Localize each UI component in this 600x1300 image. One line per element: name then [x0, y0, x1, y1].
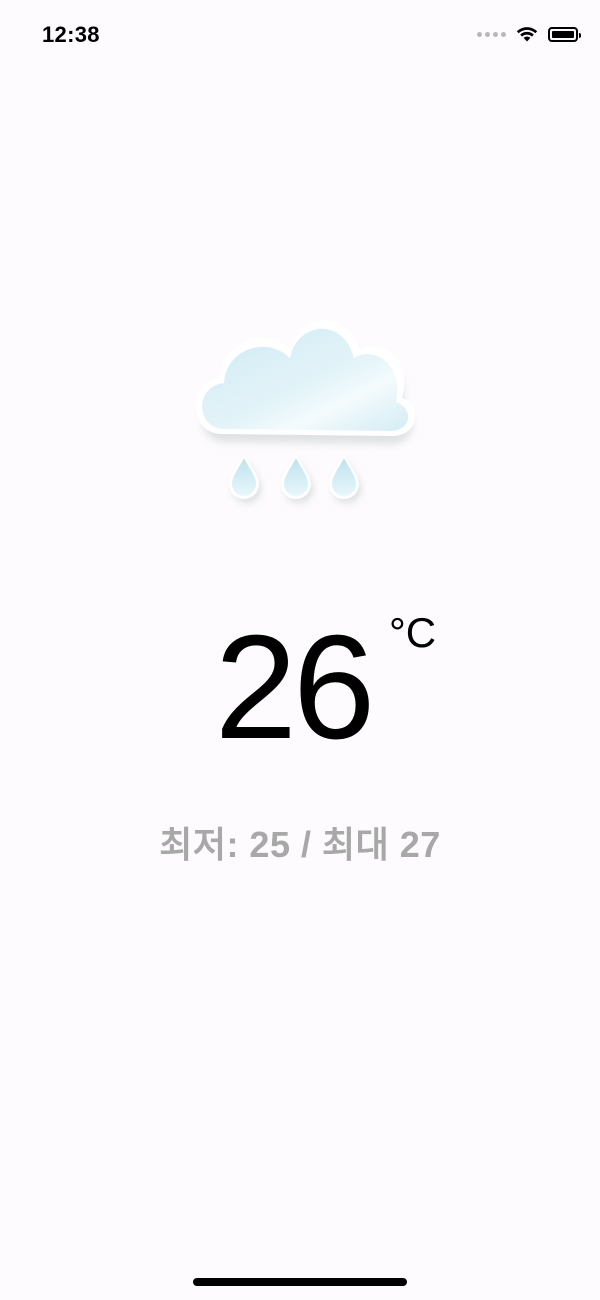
current-temperature: 26: [214, 605, 376, 770]
home-indicator[interactable]: [193, 1278, 407, 1286]
rain-cloud-icon: [180, 290, 420, 520]
temperature-unit: °C: [389, 609, 437, 656]
battery-icon: [548, 26, 581, 42]
status-icons: [477, 26, 581, 42]
status-bar: 12:38: [0, 0, 600, 76]
temperature-range: 최저: 25 / 최대 27: [159, 824, 441, 865]
status-time: 12:38: [42, 22, 100, 47]
signal-dots-icon: [477, 31, 506, 37]
wifi-icon: [516, 27, 538, 42]
